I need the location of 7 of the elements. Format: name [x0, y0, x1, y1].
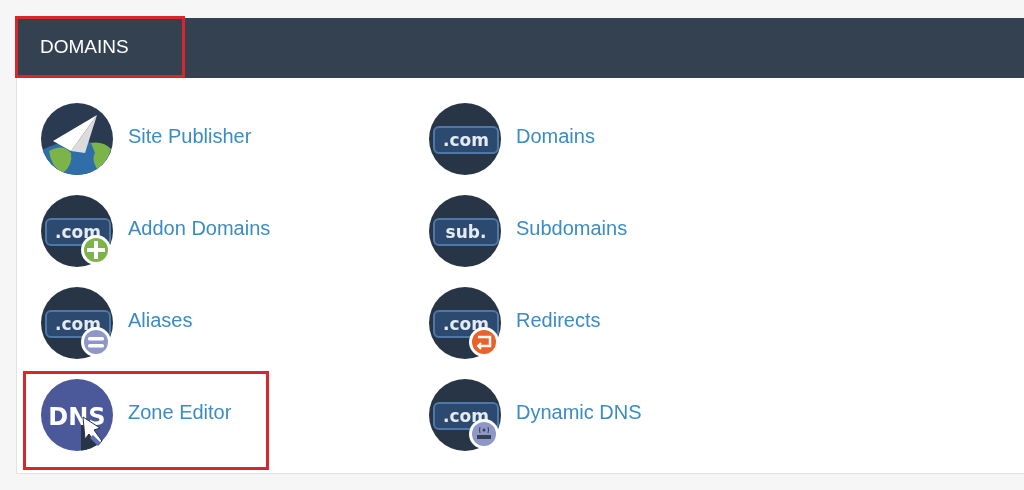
dns-cursor-icon: DNS — [41, 379, 113, 451]
domain-tag-icon: .com — [429, 103, 501, 175]
tool-link[interactable]: sub. Subdomains — [429, 195, 628, 267]
domain-tag-icon: sub. — [429, 195, 501, 267]
section-title: DOMAINS — [40, 34, 129, 59]
tool-link[interactable]: .com Domains — [429, 103, 595, 175]
tool-link[interactable]: DNS Zone Editor — [41, 379, 232, 451]
